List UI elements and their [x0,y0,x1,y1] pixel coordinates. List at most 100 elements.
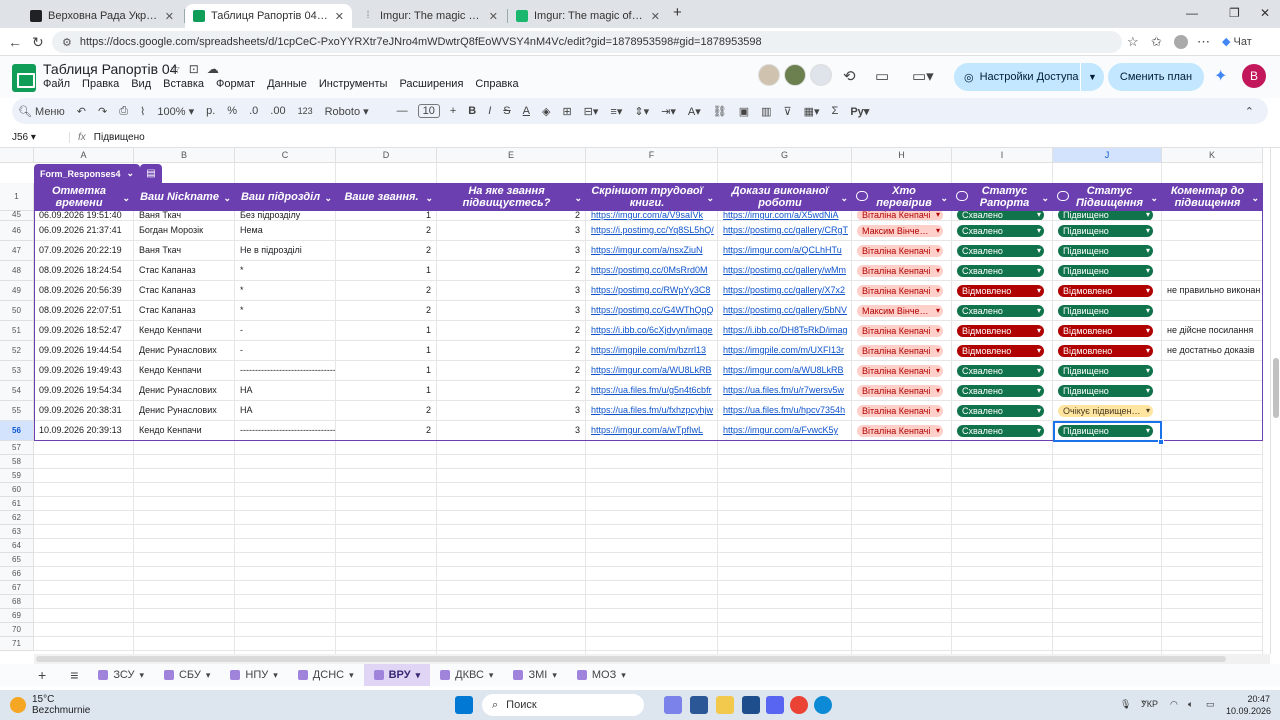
row-header[interactable]: 67 [0,581,34,595]
table-cell[interactable]: Стас Капаназ [134,301,235,321]
table-cell[interactable]: Денис Рунасловиx [134,341,235,361]
table-cell[interactable]: Відмовлено [952,321,1053,341]
table-cell[interactable] [1162,381,1263,401]
table-cell[interactable]: Максим Вінчестер [852,221,952,241]
move-icon[interactable]: ⊡ [189,62,207,76]
table-cell[interactable]: Богдан Морозік [134,221,235,241]
filter-icon[interactable]: ⊽ [778,105,798,118]
table-cell[interactable]: 07.09.2026 20:22:19 [34,241,134,261]
italic-icon[interactable]: I [482,105,497,117]
spreadsheet-grid[interactable]: A B C D E F G H I J K 1 Form_Responses4 ⌄ ▤ Отметка вр… [0,148,1270,654]
table-cell[interactable]: Схвалено [952,401,1053,421]
chevron-down-icon[interactable]: ▾ [552,670,557,681]
empty-row[interactable] [34,511,1263,525]
table-cell[interactable]: https://ua.files.fm/u/hpcv7354h [718,401,852,421]
status-chip[interactable]: Віталіна Кенпачі [857,345,943,357]
document-title[interactable]: Таблиця Рапортів 04 [43,61,178,77]
taskbar-clock[interactable]: 20:47 10.09.2026 [1226,693,1271,717]
row-header[interactable]: 51 [0,321,34,341]
status-chip[interactable]: Віталіна Кенпачі [857,365,943,377]
all-sheets-icon[interactable]: ≡ [60,664,88,686]
table-cell[interactable]: * [235,281,336,301]
table-cell[interactable]: Ваня Ткач [134,211,235,221]
table-header-cell[interactable]: Ваш підрозділ ⌄ [235,183,336,211]
table-cell[interactable]: 08.09.2026 20:56:39 [34,281,134,301]
browser-tab-3[interactable]: ⁞ Imgur: The magic of the Internet ✕ [354,4,506,28]
table-cell[interactable]: https://postimg.cc/gallery/wMm [718,261,852,281]
table-cell[interactable]: Відмовлено [1053,341,1162,361]
close-icon[interactable]: ✕ [651,10,660,23]
table-cell[interactable]: 09.09.2026 19:44:54 [34,341,134,361]
table-cell[interactable]: 1 [336,321,437,341]
table-cell[interactable]: 2 [336,281,437,301]
column-header-g[interactable]: G [718,148,852,163]
table-cell[interactable]: https://ua.files.fm/u/fxhzpcyhjw [586,401,718,421]
chevron-down-icon[interactable]: ▾ [273,670,278,681]
table-cell[interactable]: Денис Рунасловиx [134,401,235,421]
status-chip[interactable]: Віталіна Кенпачі [857,211,943,220]
print-icon[interactable]: ⎙ [113,105,134,118]
table-cell[interactable]: https://i.ibb.co/6cXjdvyn/image [586,321,718,341]
status-chip[interactable]: Відмовлено [1058,285,1153,297]
chevron-down-icon[interactable]: ⌄ [324,192,332,204]
status-chip[interactable]: Підвищено [1058,225,1153,237]
table-cell[interactable]: Віталіна Кенпачі [852,361,952,381]
table-cell[interactable]: не достатньо доказів [1162,341,1263,361]
table-cell[interactable]: 10.09.2026 20:39:13 [34,421,134,441]
menu-insert[interactable]: Вставка [163,78,204,90]
status-chip[interactable]: Схвалено [957,265,1044,277]
mic-icon[interactable]: 🎙︎ [1120,699,1131,710]
row-header[interactable]: 49 [0,281,34,301]
table-header-cell[interactable]: Докази виконаної роботи ⌄ [718,183,852,211]
table-header-cell[interactable]: Хто перевірив ⌄ [852,183,952,211]
table-cell[interactable]: 2 [336,421,437,441]
menu-extensions[interactable]: Расширения [399,78,463,90]
row-header[interactable]: 61 [0,497,34,511]
status-chip[interactable]: Віталіна Кенпачі [857,385,943,397]
wifi-icon[interactable]: ◠ [1170,699,1178,710]
chevron-down-icon[interactable]: ⌄ [940,192,948,204]
row-header[interactable]: 63 [0,525,34,539]
status-chip[interactable]: Схвалено [957,385,1044,397]
chevron-down-icon[interactable]: ▾ [489,670,494,681]
row-header[interactable]: 50 [0,301,34,321]
table-options-icon[interactable]: ▤ [140,164,162,183]
status-chip[interactable]: Підвищено [1058,211,1153,220]
table-cell[interactable]: Схвалено [952,381,1053,401]
table-cell[interactable]: Віталіна Кенпачі [852,241,952,261]
sheet-tab[interactable]: СБУ ▾ [154,664,220,686]
menu-view[interactable]: Вид [131,78,151,90]
table-cell[interactable]: https://imgur.com/a/QCLhHTu [718,241,852,261]
table-cell[interactable]: https://postimg.cc/gallery/5bNV [718,301,852,321]
row-header[interactable]: 70 [0,623,34,637]
wrap-icon[interactable]: ⇥▾ [655,105,682,118]
bold-icon[interactable]: B [462,105,482,117]
column-header-d[interactable]: D [336,148,437,163]
empty-row[interactable] [34,455,1263,469]
table-cell[interactable]: Максим Вінчестер [852,301,952,321]
table-cell[interactable]: не дійсне посилання [1162,321,1263,341]
column-header-b[interactable]: B [134,148,235,163]
menu-help[interactable]: Справка [475,78,518,90]
comment-icon[interactable]: ▭ [875,67,889,85]
table-cell[interactable]: https://i.ibb.co/DH8TsRkD/imag [718,321,852,341]
taskbar-search[interactable]: ⌕ Поиск [482,694,644,716]
column-header-c[interactable]: C [235,148,336,163]
table-cell[interactable]: Без підрозділу [235,211,336,221]
table-cell[interactable]: 09.09.2026 19:49:43 [34,361,134,381]
table-cell[interactable]: Віталіна Кенпачі [852,421,952,441]
table-cell[interactable]: https://imgur.com/a/V9saIVk [586,211,718,221]
comment-add-icon[interactable]: ▣ [733,105,755,118]
table-cell[interactable]: Віталіна Кенпачі [852,381,952,401]
sheet-tab[interactable]: МОЗ ▾ [567,664,636,686]
table-cell[interactable]: https://postimg.cc/G4WThQqQ [586,301,718,321]
table-header-cell[interactable]: Коментар до підвищення ⌄ [1162,183,1263,211]
table-header-cell[interactable]: Скріншот трудової книги. ⌄ [586,183,718,211]
chevron-down-icon[interactable]: ▼ [1080,63,1104,91]
table-cell[interactable]: Ваня Ткач [134,241,235,261]
row-header[interactable]: 65 [0,553,34,567]
status-chip[interactable]: Відмовлено [957,285,1044,297]
table-cell[interactable]: Віталіна Кенпачі [852,341,952,361]
reload-icon[interactable]: ↻ [32,34,44,51]
fill-color-icon[interactable]: ◈ [536,105,556,118]
